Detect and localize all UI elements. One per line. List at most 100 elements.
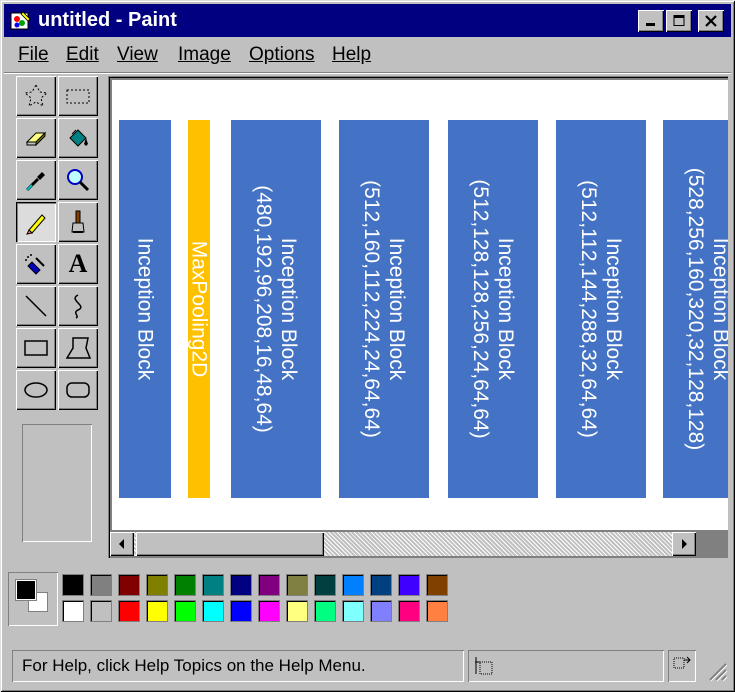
menu-help-label: Help (332, 44, 372, 65)
menu-image[interactable]: Image (178, 44, 231, 66)
palette-swatch[interactable] (342, 600, 364, 622)
palette-swatch[interactable] (202, 574, 224, 596)
block-label-line1: Inception Block (385, 237, 408, 381)
rounded-rectangle-tool[interactable] (58, 370, 98, 410)
curve-icon (74, 294, 82, 319)
color-picker-tool[interactable] (16, 160, 56, 200)
block-label-line2: (512,128,128,256,24,64,64) (469, 179, 492, 439)
palette-swatch[interactable] (286, 574, 308, 596)
palette-swatch[interactable] (146, 600, 168, 622)
palette-swatch[interactable] (230, 574, 252, 596)
status-position-panel (468, 650, 664, 682)
selection-size-icon (673, 656, 691, 669)
scroll-right-button[interactable] (672, 532, 696, 556)
curve-tool[interactable] (58, 286, 98, 326)
rect-select-tool[interactable] (58, 76, 98, 116)
paint-window: untitled - Paint File Edit View Image Op… (0, 0, 735, 692)
menu-file[interactable]: File (18, 44, 49, 66)
eraser-tool[interactable] (16, 118, 56, 158)
palette-swatch[interactable] (202, 600, 224, 622)
palette-swatch[interactable] (90, 574, 112, 596)
tool-box: A (8, 74, 104, 552)
minimize-button[interactable] (638, 10, 664, 32)
block-label-line1: Inception Block (709, 237, 728, 381)
status-help-panel: For Help, click Help Topics on the Help … (12, 650, 464, 682)
horizontal-scrollbar[interactable] (110, 532, 696, 556)
scroll-left-button[interactable] (110, 532, 134, 556)
menu-image-label: Image (178, 44, 231, 65)
current-colors-box[interactable] (8, 572, 58, 626)
palette-swatch[interactable] (398, 574, 420, 596)
maximize-button[interactable] (666, 10, 692, 32)
palette-swatch[interactable] (370, 600, 392, 622)
close-icon (705, 15, 717, 27)
tool-options-box[interactable] (22, 424, 92, 542)
free-form-select-tool[interactable] (16, 76, 56, 116)
palette-swatch[interactable] (118, 600, 140, 622)
menu-options[interactable]: Options (249, 44, 314, 66)
palette-swatch[interactable] (118, 574, 140, 596)
cursor-position-icon (475, 657, 493, 675)
menu-edit[interactable]: Edit (66, 44, 99, 66)
palette-swatch[interactable] (90, 600, 112, 622)
palette-swatch[interactable] (426, 574, 448, 596)
menu-bar: File Edit View Image Options Help (4, 40, 731, 70)
rounded-rectangle-icon (66, 382, 90, 398)
ellipse-icon (24, 382, 48, 398)
palette-swatch[interactable] (314, 600, 336, 622)
window-title: untitled - Paint (38, 9, 177, 31)
pencil-tool[interactable] (16, 202, 56, 242)
palette-swatch[interactable] (258, 574, 280, 596)
palette-swatch[interactable] (62, 574, 84, 596)
title-bar[interactable]: untitled - Paint (4, 4, 731, 37)
polygon-icon (65, 337, 92, 359)
maxpooling-block: MaxPooling2D (187, 120, 211, 498)
drawing-canvas[interactable]: Inception Block MaxPooling2D Inception B… (112, 80, 728, 530)
ellipse-tool[interactable] (16, 370, 56, 410)
paint-app-icon[interactable] (10, 10, 32, 32)
palette-swatch[interactable] (286, 600, 308, 622)
close-button[interactable] (698, 10, 724, 32)
menu-view-label: View (117, 44, 158, 65)
rectangle-icon (24, 340, 48, 356)
fill-bucket-icon (69, 129, 88, 147)
scroll-thumb[interactable] (136, 532, 324, 556)
palette-swatch[interactable] (62, 600, 84, 622)
status-bar: For Help, click Help Topics on the Help … (8, 650, 730, 684)
polygon-tool[interactable] (58, 328, 98, 368)
status-size-panel (668, 650, 696, 682)
block-label-line1: MaxPooling2D (187, 240, 211, 378)
line-tool[interactable] (16, 286, 56, 326)
airbrush-tool[interactable] (16, 244, 56, 284)
fill-bucket-tool[interactable] (58, 118, 98, 158)
resize-grip-icon[interactable] (704, 658, 728, 682)
block-label-line2: (512,112,144,288,32,64,64) (577, 180, 600, 438)
rect-select-icon (66, 89, 90, 104)
block-label-line2: (480,192,96,208,16,48,64) (252, 185, 275, 433)
foreground-color-swatch[interactable] (15, 579, 37, 601)
brush-tool[interactable] (58, 202, 98, 242)
status-help-text: For Help, click Help Topics on the Help … (22, 656, 366, 675)
rectangle-tool[interactable] (16, 328, 56, 368)
inception-block-5: Inception Block (512,112,144,288,32,64,64… (556, 120, 646, 498)
pencil-icon (26, 214, 46, 235)
brush-icon (71, 210, 85, 233)
palette-swatch[interactable] (174, 574, 196, 596)
magnifier-icon (67, 169, 90, 192)
menu-view[interactable]: View (117, 44, 158, 66)
palette-swatch[interactable] (426, 600, 448, 622)
arrow-right-icon (682, 539, 687, 549)
palette-swatch[interactable] (258, 600, 280, 622)
palette-swatch[interactable] (174, 600, 196, 622)
palette-swatch[interactable] (398, 600, 420, 622)
magnifier-tool[interactable] (58, 160, 98, 200)
palette-swatch[interactable] (342, 574, 364, 596)
palette-swatch[interactable] (370, 574, 392, 596)
text-tool[interactable]: A (58, 244, 98, 284)
menu-help[interactable]: Help (332, 44, 371, 66)
palette-swatch[interactable] (314, 574, 336, 596)
arrow-left-icon (119, 539, 124, 549)
palette-swatch[interactable] (146, 574, 168, 596)
palette-swatch[interactable] (230, 600, 252, 622)
block-label-line1: Inception Block (277, 237, 300, 381)
